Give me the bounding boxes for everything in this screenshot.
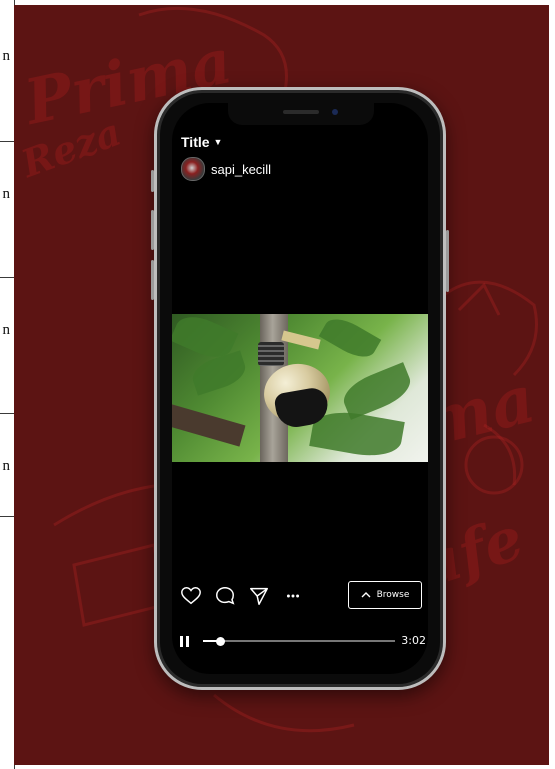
volume-up-button (151, 210, 154, 250)
power-button (446, 230, 449, 292)
caret-down-icon: ▼ (213, 137, 223, 147)
phone-screen: Title ▼ sapi_kecill Browse 3:02 (172, 103, 428, 674)
browse-button[interactable]: Browse (348, 581, 422, 609)
strip-divider (0, 516, 14, 517)
progress-knob[interactable] (215, 636, 225, 646)
document-margin-strip: n n n n (0, 0, 15, 769)
strip-char: n (2, 48, 11, 64)
strip-divider (0, 413, 14, 414)
username[interactable]: sapi_kecill (211, 162, 271, 177)
more-icon[interactable] (282, 585, 304, 607)
mockup-background: Prima Reza Prima Cafe Title ▼ (14, 5, 549, 765)
strip-char: n (2, 458, 11, 474)
notch (228, 103, 374, 125)
playback-bar: 3:02 (180, 633, 428, 649)
browse-label: Browse (376, 590, 410, 600)
heart-icon[interactable] (180, 585, 202, 607)
duration-label: 3:02 (401, 634, 426, 647)
leaf-shape (338, 362, 416, 420)
strip-divider (0, 277, 14, 278)
volume-down-button (151, 260, 154, 300)
coil (258, 342, 284, 366)
strip-char: n (2, 322, 11, 338)
mute-switch (151, 170, 154, 192)
roof-edge (172, 403, 246, 447)
phone-mockup: Title ▼ sapi_kecill Browse 3:02 (151, 87, 449, 690)
action-bar: Browse (180, 581, 428, 611)
leaf-shape (188, 350, 250, 396)
pause-icon[interactable] (180, 636, 190, 647)
progress-track[interactable] (203, 636, 395, 646)
avatar[interactable] (181, 157, 205, 181)
post-title: Title (181, 134, 210, 150)
strip-divider (0, 141, 14, 142)
speaker-grille (283, 110, 319, 114)
video-frame[interactable] (172, 314, 428, 462)
send-icon[interactable] (248, 585, 270, 607)
front-camera (332, 109, 338, 115)
comment-bubble-icon[interactable] (214, 585, 236, 607)
leaf-shape (318, 314, 382, 365)
strip-char: n (2, 186, 11, 202)
user-row[interactable]: sapi_kecill (181, 157, 271, 181)
title-dropdown[interactable]: Title ▼ (181, 134, 222, 150)
chevron-up-icon (361, 592, 371, 598)
